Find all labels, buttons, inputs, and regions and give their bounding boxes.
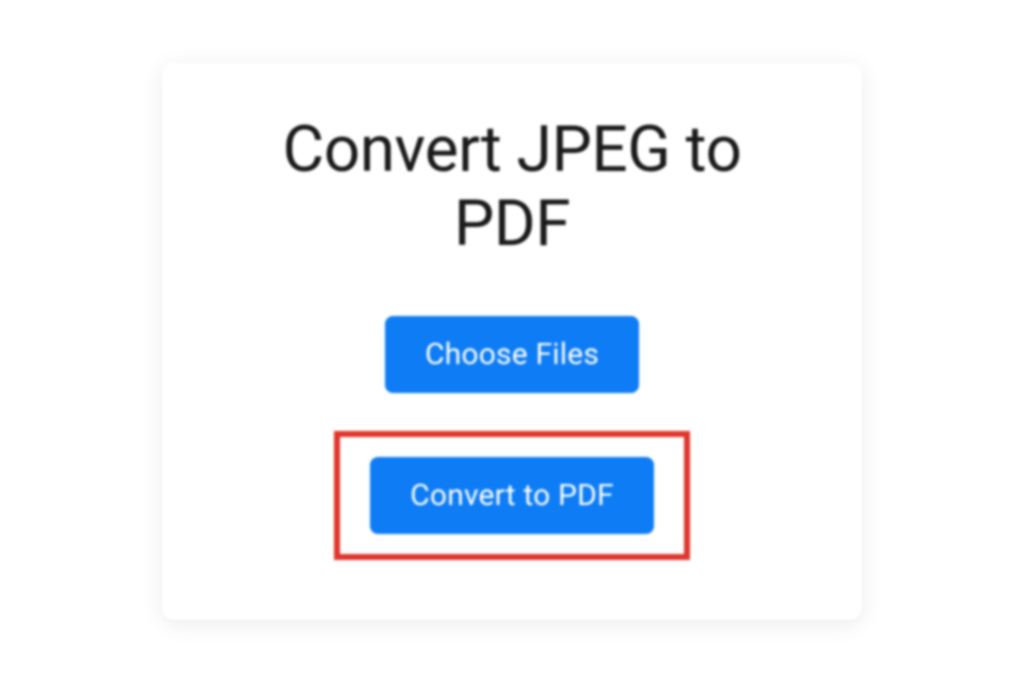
converter-card: Convert JPEG to PDF Choose Files Convert…	[162, 63, 862, 619]
convert-to-pdf-button[interactable]: Convert to PDF	[370, 457, 654, 534]
page-title: Convert JPEG to PDF	[222, 113, 802, 260]
choose-files-button[interactable]: Choose Files	[385, 316, 639, 393]
highlight-annotation: Convert to PDF	[334, 431, 690, 560]
